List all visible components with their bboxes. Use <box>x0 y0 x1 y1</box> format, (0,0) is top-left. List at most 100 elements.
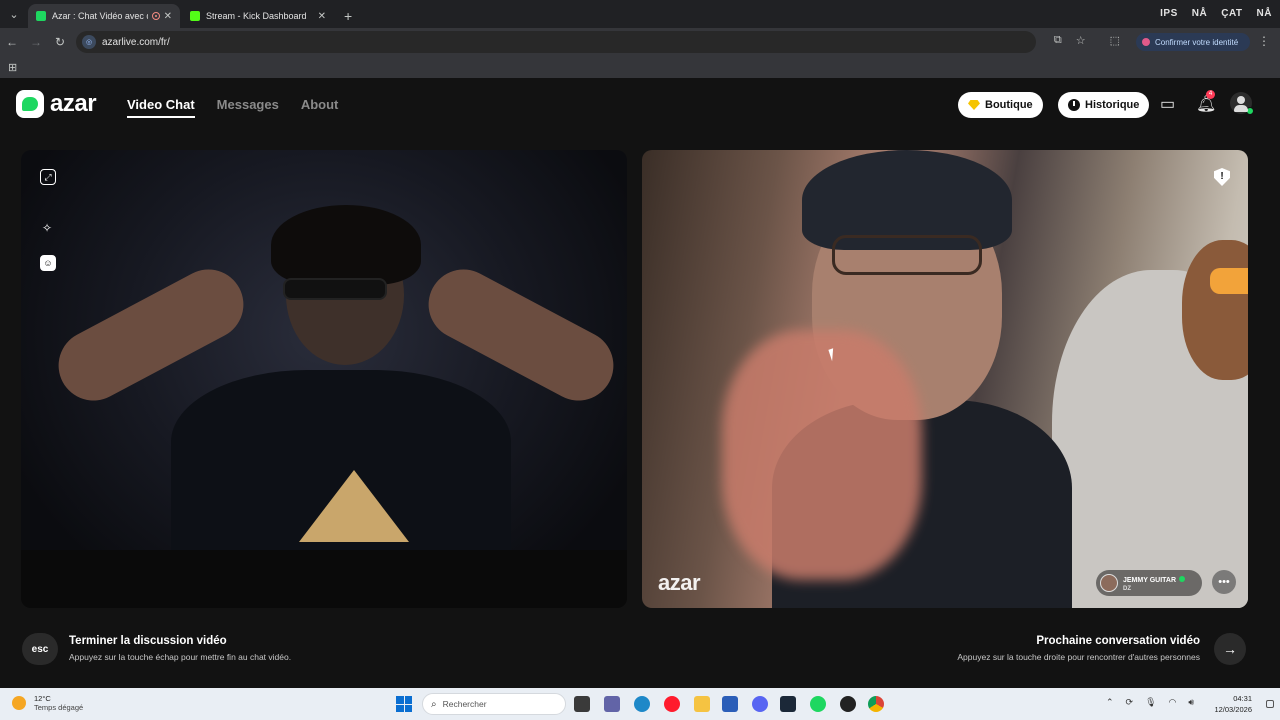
nav-video-chat[interactable]: Video Chat <box>127 97 195 118</box>
volume-icon[interactable]: 🔊︎ <box>1188 697 1194 708</box>
teams-icon[interactable] <box>604 696 620 712</box>
system-tray: ⌃ ⟳ 🎙︎ ◠ 🔊︎ <box>1106 697 1194 708</box>
tab-azar[interactable]: Azar : Chat Vidéo avec de ✕ <box>28 4 180 28</box>
end-chat-title: Terminer la discussion vidéo <box>69 635 227 647</box>
remote-video: ! azar JEMMY GUITAR DZ ••• <box>642 150 1248 608</box>
bookmark-star-icon[interactable]: ☆ <box>1076 34 1086 47</box>
file-explorer-icon[interactable] <box>694 696 710 712</box>
weather-sun-icon <box>12 696 26 710</box>
close-tab-icon[interactable]: ✕ <box>318 11 326 22</box>
nav-about[interactable]: About <box>301 97 339 118</box>
discord-icon[interactable] <box>752 696 768 712</box>
peer-avatar <box>1100 574 1118 592</box>
site-info-icon[interactable]: ◎ <box>82 35 96 49</box>
video-letterbox <box>21 550 627 608</box>
decor-sunglasses <box>1210 268 1248 294</box>
forward-arrow-icon[interactable]: → <box>24 35 48 49</box>
tab-kick-dashboard[interactable]: Stream - Kick Dashboard ✕ <box>182 4 334 28</box>
azar-watermark: azar <box>658 570 701 595</box>
taskbar-clock[interactable]: 04:31 12/03/2026 <box>1208 693 1252 715</box>
gem-icon <box>968 100 980 110</box>
peer-info: JEMMY GUITAR DZ <box>1123 573 1186 594</box>
peer-profile-card[interactable]: JEMMY GUITAR DZ <box>1096 570 1202 596</box>
recording-icon <box>151 12 160 20</box>
browser-menu-icon[interactable]: ⋮ <box>1258 34 1270 48</box>
peer-country: DZ <box>1123 585 1131 592</box>
history-label: Historique <box>1085 99 1140 111</box>
opera-icon[interactable] <box>664 696 680 712</box>
decor-glasses <box>832 235 982 275</box>
shop-label: Boutique <box>985 99 1033 111</box>
main-nav: Video Chat Messages About <box>127 97 338 118</box>
peer-name: JEMMY GUITAR <box>1123 576 1177 584</box>
address-bar[interactable]: ◎ azarlive.com/fr/ <box>76 31 1036 53</box>
tray-label: NÅ <box>1256 8 1272 19</box>
windows-start-icon[interactable] <box>396 696 412 712</box>
azar-page: azar Video Chat Messages About Boutique … <box>0 78 1280 688</box>
decor-hair <box>271 205 421 285</box>
back-arrow-icon[interactable]: ← <box>0 35 24 49</box>
search-placeholder: Rechercher <box>442 699 487 709</box>
clock-icon <box>1068 99 1080 111</box>
apps-grid-icon[interactable]: ⊞ <box>8 61 17 74</box>
azar-logo-icon <box>16 90 44 118</box>
task-view-icon[interactable] <box>574 696 590 712</box>
confirm-identity-button[interactable]: Confirmer votre identité <box>1136 33 1250 51</box>
steam-icon[interactable] <box>780 696 796 712</box>
next-chat-title: Prochaine conversation vidéo <box>1036 635 1200 647</box>
sync-icon[interactable]: ⟳ <box>1126 697 1134 708</box>
store-icon[interactable] <box>722 696 738 712</box>
logo-text: azar <box>50 90 97 117</box>
obs-icon[interactable] <box>840 696 856 712</box>
tab-title: Stream - Kick Dashboard <box>206 11 307 21</box>
windows-taskbar: 12°C Temps dégagé ⌕ Rechercher ⌃ ⟳ 🎙︎ ◠ … <box>0 688 1280 720</box>
kick-favicon-icon <box>190 11 200 21</box>
spotify-icon[interactable] <box>810 696 826 712</box>
close-tab-icon[interactable]: ✕ <box>164 11 172 22</box>
clock-time: 04:31 <box>1233 694 1252 703</box>
omnibox-actions: ⧉ ☆ ⬚ <box>1054 34 1120 47</box>
reload-icon[interactable]: ↻ <box>48 35 72 49</box>
report-shield-icon[interactable]: ! <box>1214 168 1230 186</box>
weather-widget[interactable]: 12°C Temps dégagé <box>12 694 83 712</box>
end-chat-subtitle: Appuyez sur la touche échap pour mettre … <box>69 652 292 662</box>
edge-icon[interactable] <box>634 696 650 712</box>
tab-title: Azar : Chat Vidéo avec de <box>52 11 148 21</box>
weather-text: 12°C Temps dégagé <box>34 694 83 712</box>
wifi-icon[interactable]: ◠ <box>1169 697 1177 708</box>
chat-bubble-icon[interactable]: ••• <box>1212 570 1236 594</box>
extensions-icon[interactable]: ⬚ <box>1110 34 1120 47</box>
end-chat-button[interactable]: esc <box>22 633 58 665</box>
notification-center-icon[interactable] <box>1266 700 1274 708</box>
inbox-icon[interactable]: ▭ <box>1160 94 1175 114</box>
new-tab-button[interactable]: + <box>344 4 352 28</box>
verified-icon <box>1179 575 1186 582</box>
taskbar-search-input[interactable]: ⌕ Rechercher <box>422 693 566 715</box>
chrome-icon[interactable] <box>868 696 884 712</box>
decor-hand <box>722 330 922 580</box>
tray-label: IPS <box>1160 8 1178 19</box>
azar-favicon-icon <box>36 11 46 21</box>
online-status-icon <box>1246 107 1254 115</box>
azar-logo[interactable]: azar <box>16 90 97 118</box>
search-icon: ⌕ <box>431 698 437 710</box>
weather-temperature: 12°C <box>34 694 51 703</box>
decor-hair <box>1182 240 1248 380</box>
tab-search-chevron-icon[interactable]: ⌄ <box>0 0 28 28</box>
magic-wand-icon[interactable]: ✧ <box>39 220 55 236</box>
window-tray-labels: IPS NÅ ÇAT NÅ <box>1160 8 1272 19</box>
shop-button[interactable]: Boutique <box>958 92 1043 118</box>
expand-icon[interactable]: ⤢ <box>40 169 56 185</box>
microphone-icon[interactable]: 🎙︎ <box>1145 697 1156 708</box>
next-chat-arrow-button[interactable]: → <box>1214 633 1246 665</box>
browser-tabstrip: ⌄ Azar : Chat Vidéo avec de ✕ Stream - K… <box>0 0 1280 28</box>
decor-glasses <box>283 278 387 300</box>
avatar[interactable] <box>1230 92 1254 115</box>
url-text: azarlive.com/fr/ <box>102 36 170 48</box>
show-hidden-icons-chevron-icon[interactable]: ⌃ <box>1106 697 1114 708</box>
weather-condition: Temps dégagé <box>34 703 84 712</box>
history-button[interactable]: Historique <box>1058 92 1150 118</box>
nav-messages[interactable]: Messages <box>217 97 279 118</box>
cast-icon[interactable]: ⧉ <box>1054 34 1062 47</box>
sticker-face-icon[interactable]: ☺ <box>40 255 56 271</box>
